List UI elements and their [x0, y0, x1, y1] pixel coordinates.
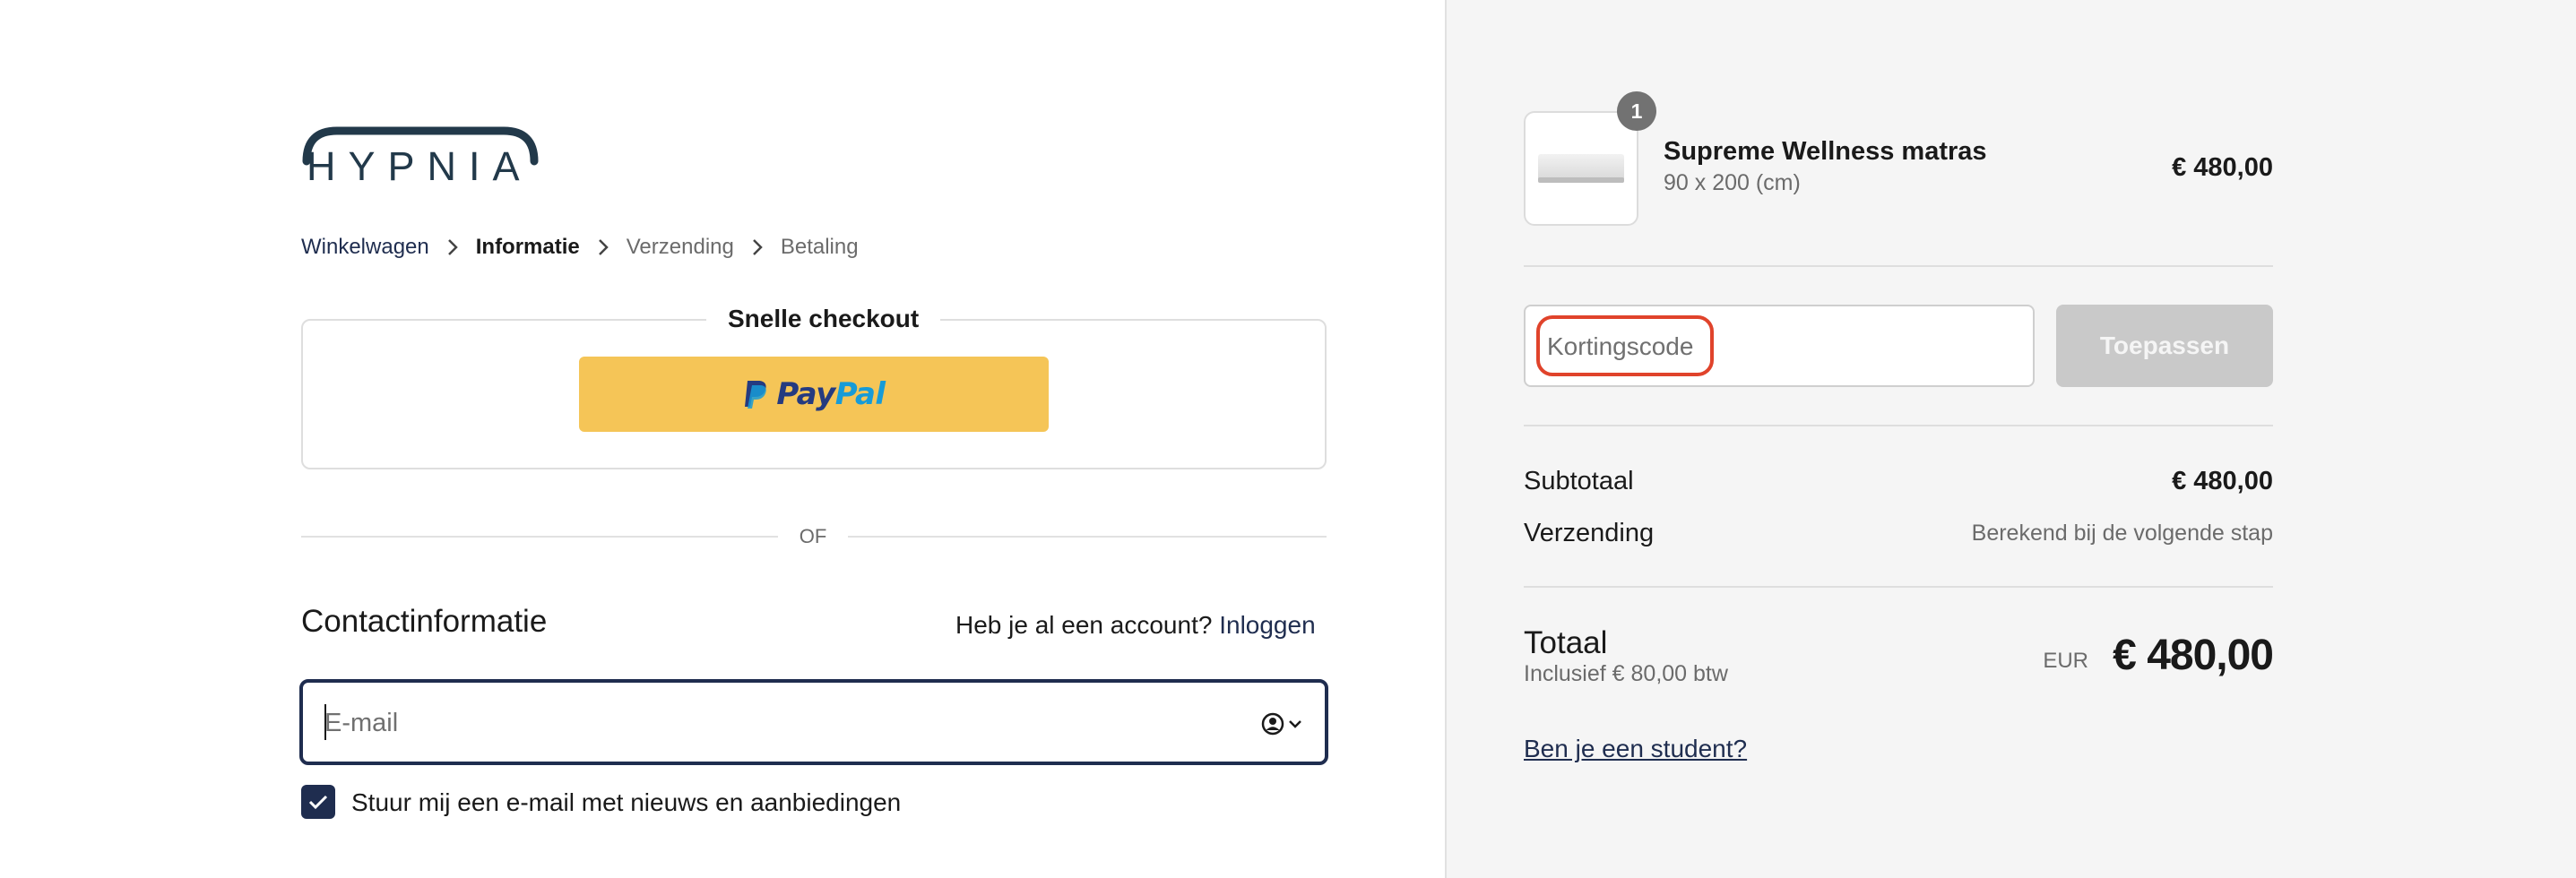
or-divider-text: OF	[799, 525, 827, 547]
divider-right	[848, 536, 1327, 538]
breadcrumb-payment: Betaling	[780, 235, 859, 259]
discount-code-field	[1524, 305, 2035, 387]
product-variant: 90 x 200 (cm)	[1664, 170, 1801, 195]
chevron-right-icon	[437, 231, 469, 263]
grand-total: € 480,00	[2113, 632, 2274, 679]
login-link[interactable]: Inloggen	[1219, 611, 1315, 639]
shipping-label: Verzending	[1524, 519, 1655, 547]
newsletter-checkbox[interactable]	[301, 785, 335, 819]
newsletter-label[interactable]: Stuur mij een e-mail met nieuws en aanbi…	[351, 787, 901, 819]
account-question: Heb je al een account?	[955, 611, 1213, 639]
discount-code-input[interactable]	[1545, 306, 2015, 387]
account-prompt: Heb je al een account? Inloggen	[955, 609, 1316, 641]
shipping-value: Berekend bij de volgende stap	[1971, 521, 2273, 546]
breadcrumb: Winkelwagen Informatie Verzending Betali…	[301, 231, 859, 263]
apply-discount-button[interactable]: Toepassen	[2056, 305, 2273, 387]
subtotal-value: € 480,00	[2172, 467, 2273, 495]
text-cursor	[324, 704, 326, 740]
paypal-button[interactable]: PayPal	[579, 357, 1049, 432]
product-name: Supreme Wellness matras	[1664, 137, 1987, 166]
summary-divider-3	[1524, 586, 2273, 588]
checkmark-icon	[308, 795, 328, 810]
paypal-icon	[745, 381, 767, 409]
summary-divider-1	[1524, 265, 2273, 267]
product-thumbnail	[1524, 111, 1638, 226]
brand-logo[interactable]: HYPNIA	[301, 125, 540, 190]
express-checkout-title: Snelle checkout	[706, 301, 941, 337]
chevron-right-icon	[587, 231, 619, 263]
email-input[interactable]	[323, 683, 1223, 763]
currency-code: EUR	[2043, 649, 2088, 673]
contact-section-title: Contactinformatie	[301, 604, 548, 639]
quantity-badge: 1	[1617, 91, 1656, 131]
subtotal-label: Subtotaal	[1524, 467, 1634, 495]
breadcrumb-information: Informatie	[475, 235, 580, 259]
paypal-wordmark: PayPal	[776, 376, 886, 412]
email-field-wrapper	[299, 679, 1328, 765]
chevron-right-icon	[741, 231, 774, 263]
account-autofill-icon[interactable]	[1260, 708, 1310, 740]
breadcrumb-shipping: Verzending	[626, 235, 734, 259]
product-price: € 480,00	[2172, 153, 2273, 182]
divider-left	[301, 536, 778, 538]
breadcrumb-cart[interactable]: Winkelwagen	[301, 235, 429, 260]
tax-note: Inclusief € 80,00 btw	[1524, 661, 1728, 686]
mattress-image	[1538, 154, 1624, 183]
chevron-down-icon	[1289, 720, 1301, 728]
checkout-main-panel: HYPNIA Winkelwagen Informatie Verzending…	[0, 0, 1445, 878]
student-discount-link[interactable]: Ben je een student?	[1524, 733, 1747, 765]
summary-divider-2	[1524, 425, 2273, 426]
logo-text: HYPNIA	[307, 143, 532, 189]
total-label: Totaal	[1524, 625, 1608, 660]
